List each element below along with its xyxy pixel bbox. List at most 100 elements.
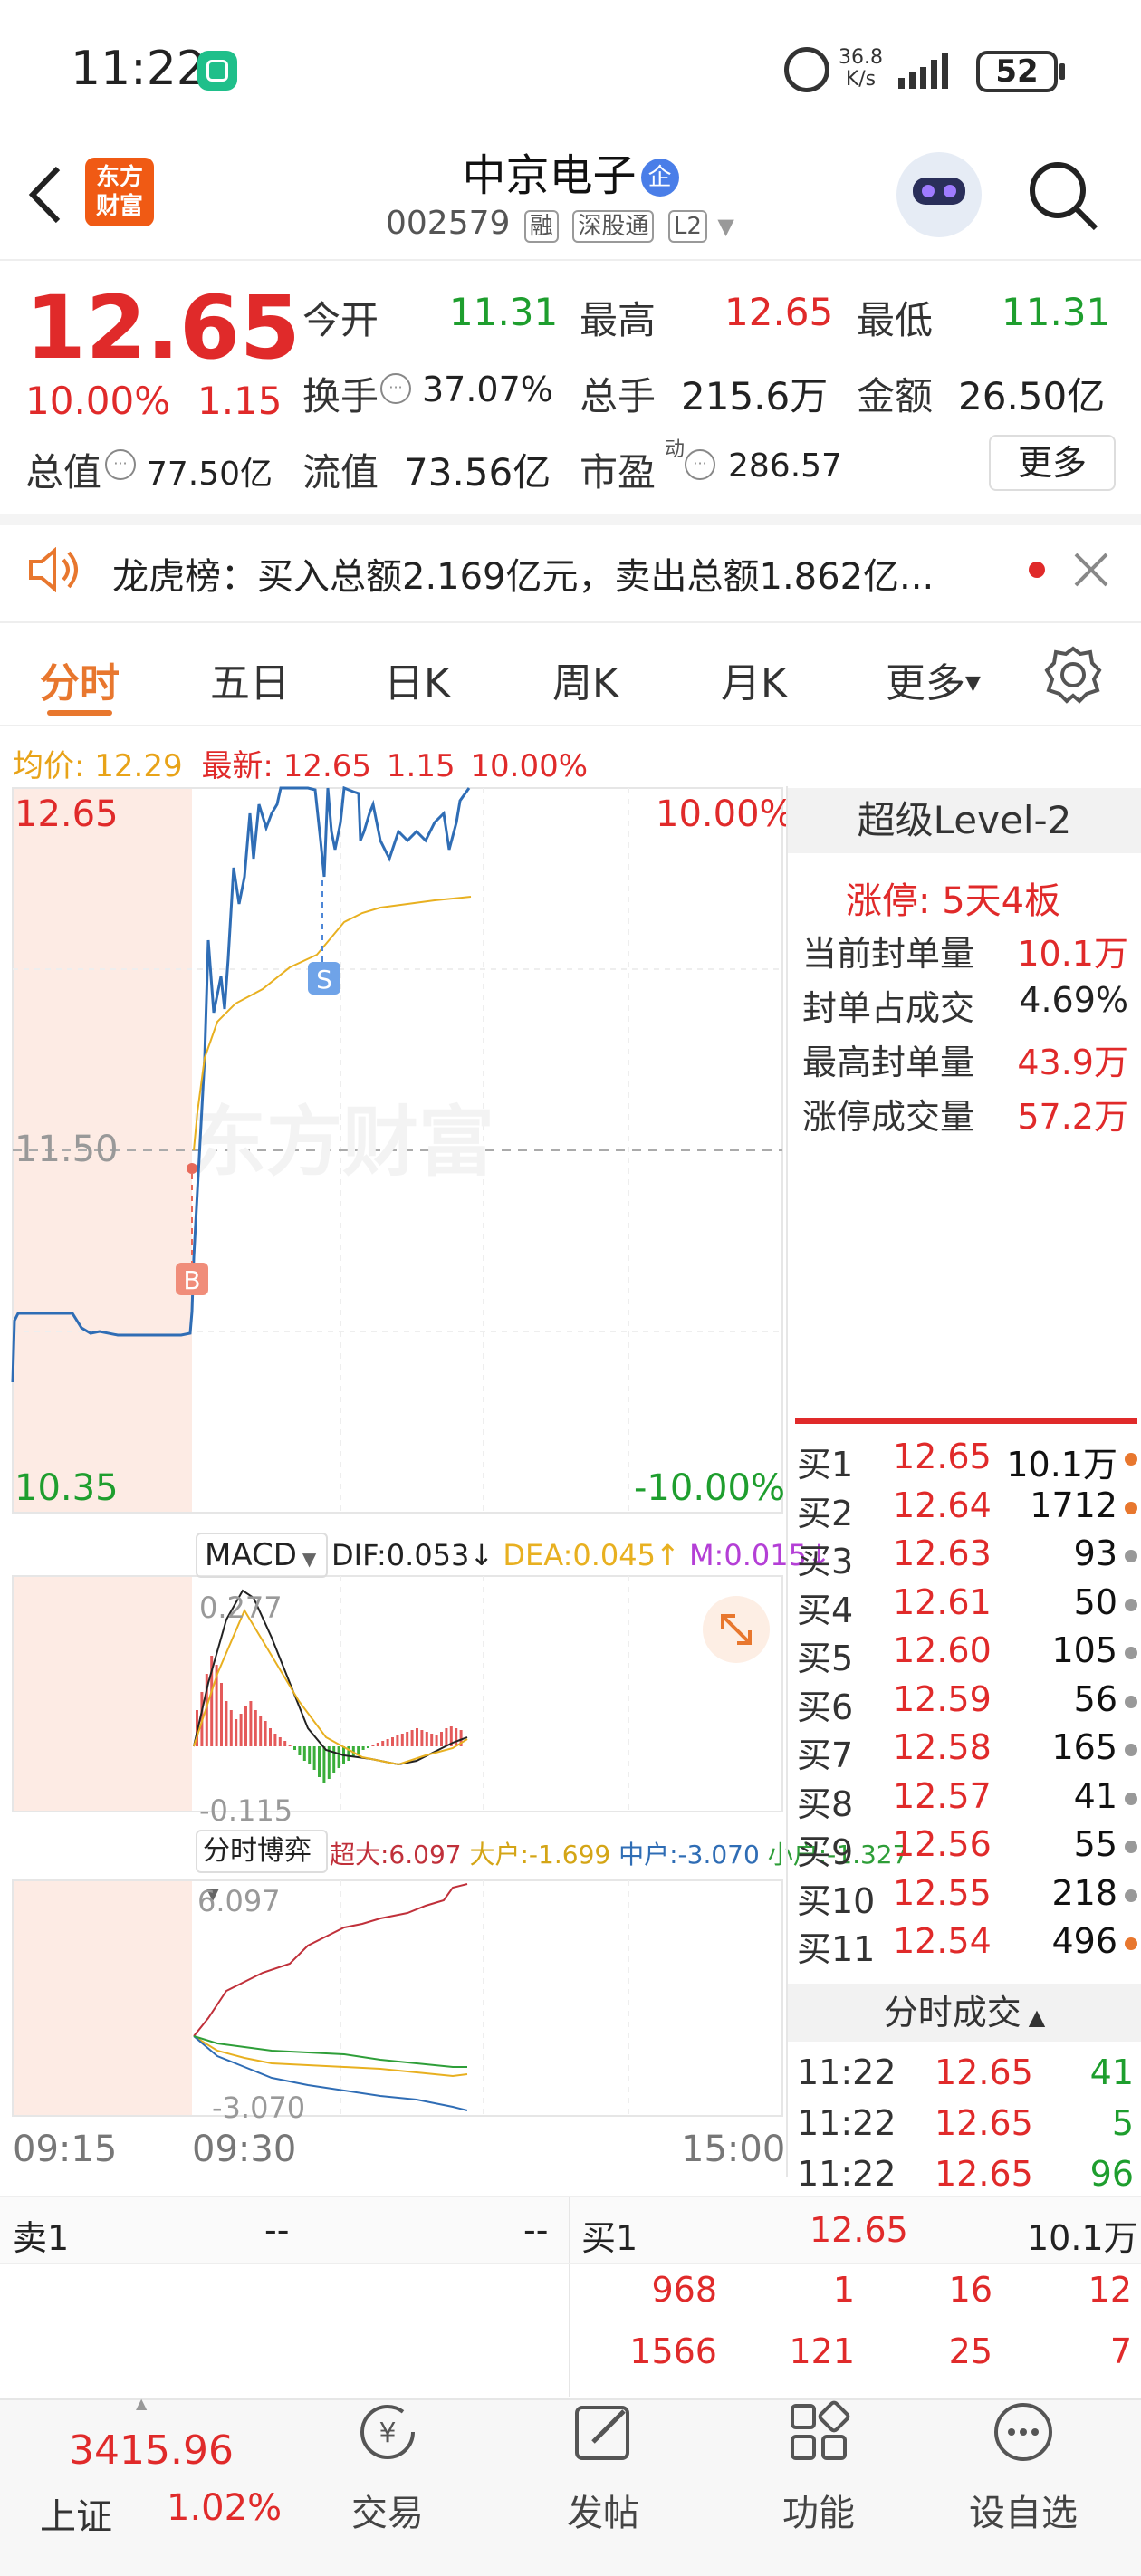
- orderbook-row[interactable]: 买3 12.63 93: [797, 1533, 1141, 1582]
- dropdown-icon[interactable]: ▼: [717, 214, 734, 239]
- orderbook-row[interactable]: 买1 12.65 10.1万: [797, 1437, 1141, 1485]
- battery-level: 52: [995, 53, 1039, 90]
- macd-bar: [332, 1746, 336, 1773]
- ob-volume: 41: [1073, 1775, 1117, 1816]
- premarket-shade-bout: [13, 1880, 192, 2116]
- notice-text[interactable]: 龙虎榜：买入总额2.169亿元，卖出总额1.862亿...: [112, 547, 934, 600]
- nav-function-label: 功能: [782, 2493, 855, 2534]
- l2-key: 最高封单量: [802, 1043, 975, 1082]
- macd-selector[interactable]: MACD ▼: [196, 1533, 328, 1578]
- expand-icon[interactable]: [703, 1596, 770, 1663]
- svg-text:¥: ¥: [379, 2417, 396, 2449]
- status-time: 11:22: [71, 42, 206, 96]
- orderbook-row[interactable]: 买2 12.64 1712: [797, 1485, 1141, 1534]
- macd-bar: [445, 1728, 448, 1746]
- macd-bar: [381, 1741, 385, 1746]
- orderbook-row[interactable]: 买5 12.60 105: [797, 1630, 1141, 1679]
- macd-bar: [425, 1732, 428, 1746]
- macd-values: DIF:0.053↓ DEA:0.045↑ M:0.015↓: [331, 1538, 831, 1572]
- ob-volume: 218: [1051, 1872, 1117, 1913]
- macd-bar: [273, 1734, 277, 1746]
- macd-bar: [371, 1745, 375, 1746]
- tab-month-k[interactable]: 月K: [721, 650, 787, 708]
- search-icon[interactable]: [1025, 158, 1101, 234]
- macd-bottom: -0.115: [199, 1793, 293, 1828]
- trades-title: 分时成交: [883, 1993, 1021, 2033]
- macd-bars: [196, 1656, 463, 1783]
- bid-ask-strip: [0, 2197, 1141, 2263]
- low-label: 最低: [857, 298, 934, 342]
- sell1-vol: --: [523, 2210, 549, 2250]
- index-pct[interactable]: 1.02%: [167, 2487, 282, 2529]
- macd-bar: [357, 1746, 360, 1754]
- nav-watchlist[interactable]: 设自选: [951, 2400, 1096, 2536]
- macd-bar: [430, 1734, 434, 1746]
- tab-intraday[interactable]: 分时: [40, 650, 120, 708]
- nav-post[interactable]: 发帖: [531, 2400, 676, 2536]
- edit-icon: [575, 2406, 629, 2460]
- latest-label: 最新:: [201, 748, 273, 784]
- ob-volume: 50: [1073, 1581, 1117, 1622]
- macd-bar: [435, 1735, 438, 1746]
- nav-function[interactable]: 功能: [746, 2400, 891, 2536]
- close-icon[interactable]: [1069, 547, 1114, 592]
- change-value: 1.15: [197, 379, 283, 423]
- tab-week-k[interactable]: 周K: [552, 650, 618, 708]
- macd-bar: [318, 1746, 321, 1777]
- app-notification-icon: [197, 51, 237, 91]
- float-value: 73.56亿: [404, 450, 551, 495]
- trades-header[interactable]: 分时成交 ▲: [788, 1984, 1141, 2042]
- more-button[interactable]: 更多: [989, 435, 1116, 491]
- l2-val: 10.1万: [1017, 934, 1128, 974]
- orderbook-row[interactable]: 买4 12.61 50: [797, 1582, 1141, 1631]
- ob-volume: 10.1万: [1006, 1445, 1117, 1485]
- pe-value: 286.57: [728, 447, 842, 485]
- net-speed: 36.8 K/s: [839, 47, 883, 91]
- orderbook-row[interactable]: 买9 12.56 55: [797, 1824, 1141, 1873]
- info-icon[interactable]: ···: [685, 449, 715, 480]
- macd-bar: [396, 1735, 399, 1746]
- queue-cell: 12: [1088, 2270, 1132, 2310]
- macd-bar: [337, 1746, 340, 1768]
- nav-trade[interactable]: ¥ 交易: [315, 2400, 460, 2536]
- orderbook-row[interactable]: 买7 12.58 165: [797, 1727, 1141, 1776]
- index-name[interactable]: 上证: [40, 2487, 112, 2540]
- tab-day-k[interactable]: 日K: [384, 650, 450, 708]
- turnover-label: 换手: [302, 374, 379, 418]
- ob-dot: [1125, 1453, 1137, 1466]
- trade-price: 12.65: [935, 2052, 1033, 2092]
- grid-icon: [791, 2400, 850, 2460]
- trade-time: 11:22: [797, 2154, 896, 2194]
- ob-dot: [1125, 1792, 1137, 1805]
- bout-label: 分时博弈: [203, 1835, 312, 1867]
- ob-price: 12.63: [893, 1533, 992, 1573]
- pct-bottom-label: -10.00%: [634, 1467, 785, 1509]
- ob-dot: [1125, 1841, 1137, 1853]
- robot-assistant-icon[interactable]: [896, 152, 982, 237]
- ob-dot: [1125, 1501, 1137, 1514]
- gear-icon[interactable]: [1043, 645, 1103, 705]
- battery-icon: 52: [976, 51, 1058, 92]
- orderbook-row[interactable]: 买8 12.57 41: [797, 1776, 1141, 1825]
- macd-bar: [254, 1710, 257, 1746]
- ob-price: 12.64: [893, 1485, 992, 1525]
- index-value[interactable]: 3415.96: [69, 2427, 234, 2474]
- orderbook-row[interactable]: 买10 12.55 218: [797, 1873, 1141, 1922]
- bout-selector[interactable]: 分时博弈▼: [196, 1830, 328, 1904]
- buy1-label: 买1: [581, 2218, 638, 2258]
- level2-title[interactable]: 超级Level-2: [788, 788, 1141, 853]
- y-bottom-label: 10.35: [14, 1467, 119, 1509]
- tab-five-day[interactable]: 五日: [210, 650, 290, 708]
- latest-change: 1.15: [386, 748, 455, 784]
- info-icon[interactable]: ···: [105, 449, 136, 480]
- orderbook-row[interactable]: 买6 12.59 56: [797, 1679, 1141, 1728]
- queue-cell: 121: [789, 2331, 855, 2371]
- bout-bottom: -3.070: [212, 2091, 306, 2125]
- tab-more[interactable]: 更多▼: [886, 650, 981, 708]
- volume-label: 总手: [580, 374, 657, 418]
- intraday-chart[interactable]: 东方财富 S B: [0, 786, 788, 2145]
- orderbook-row[interactable]: 买11 12.54 496: [797, 1921, 1141, 1970]
- info-icon[interactable]: ···: [380, 373, 411, 404]
- limit-value: 5天4板: [942, 880, 1061, 922]
- stock-name: 中京电子: [462, 150, 637, 201]
